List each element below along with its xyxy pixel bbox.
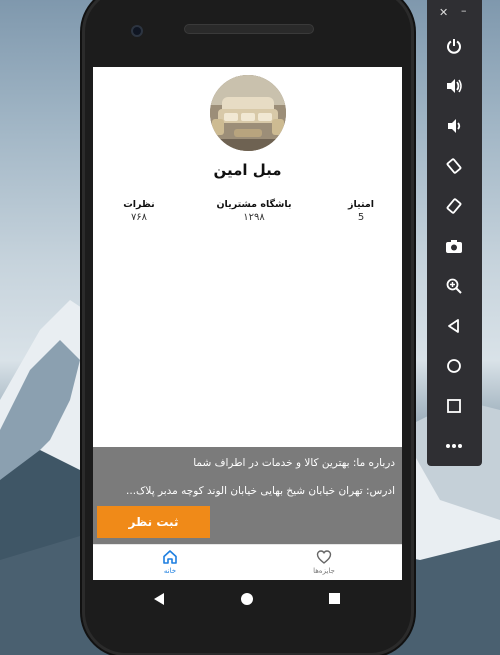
close-icon[interactable]: ✕ (439, 6, 448, 19)
about-text: درباره ما: بهترین کالا و خدمات در اطراف … (193, 457, 395, 469)
heart-icon (316, 550, 332, 564)
page-title: مبل امین (213, 161, 282, 179)
back-triangle-icon[interactable] (153, 593, 165, 605)
stat-score-value: 5 (357, 212, 365, 223)
rotate-right-icon[interactable] (441, 193, 467, 219)
square-icon[interactable] (329, 593, 340, 604)
rotate-left-icon[interactable] (441, 153, 467, 179)
zoom-icon[interactable] (441, 273, 467, 299)
address-text: ادرس: تهران خیابان شیخ بهایی خیابان الون… (126, 485, 395, 497)
nav-rewards-label: جایزه‌ها (313, 567, 335, 575)
stat-reviews-label: نظرات (123, 199, 155, 210)
stat-score-label: امتیاز (348, 199, 374, 210)
home-icon (163, 550, 177, 564)
nav-rewards[interactable]: جایزه‌ها (294, 549, 354, 575)
camera-icon[interactable] (441, 233, 467, 259)
emulator-toolbar: ✕ – (427, 0, 482, 466)
nav-home[interactable]: خانه (140, 549, 200, 575)
avatar (210, 75, 286, 151)
circle-icon[interactable] (241, 593, 253, 605)
earpiece-speaker (184, 24, 314, 34)
bottom-nav: خانه جایزه‌ها (93, 544, 402, 580)
overview-icon[interactable] (441, 393, 467, 419)
volume-up-icon[interactable] (441, 73, 467, 99)
toolbar-window-controls: ✕ – (427, 4, 482, 24)
power-icon[interactable] (441, 33, 467, 59)
nav-home-label: خانه (163, 567, 177, 575)
volume-down-icon[interactable] (441, 113, 467, 139)
stat-club-label: باشگاه مشتریان (216, 199, 292, 210)
stat-reviews: نظرات ۷۶۸ (119, 199, 159, 223)
front-camera (131, 25, 143, 37)
more-icon[interactable] (441, 433, 467, 459)
app-screen: مبل امین امتیاز 5 باشگاه مشتریان ۱۲۹۸ نظ… (93, 67, 402, 580)
back-icon[interactable] (441, 313, 467, 339)
minimize-icon[interactable]: – (461, 4, 467, 17)
submit-review-button[interactable]: ثبت نظر (97, 506, 210, 538)
home-icon[interactable] (441, 353, 467, 379)
stat-customer-club: باشگاه مشتریان ۱۲۹۸ (209, 199, 299, 223)
system-nav-bar (93, 580, 402, 618)
info-panel: درباره ما: بهترین کالا و خدمات در اطراف … (93, 447, 402, 544)
furniture-image (210, 75, 286, 151)
stat-club-value: ۱۲۹۸ (243, 212, 265, 223)
stat-score: امتیاز 5 (341, 199, 381, 223)
stat-reviews-value: ۷۶۸ (130, 212, 148, 223)
